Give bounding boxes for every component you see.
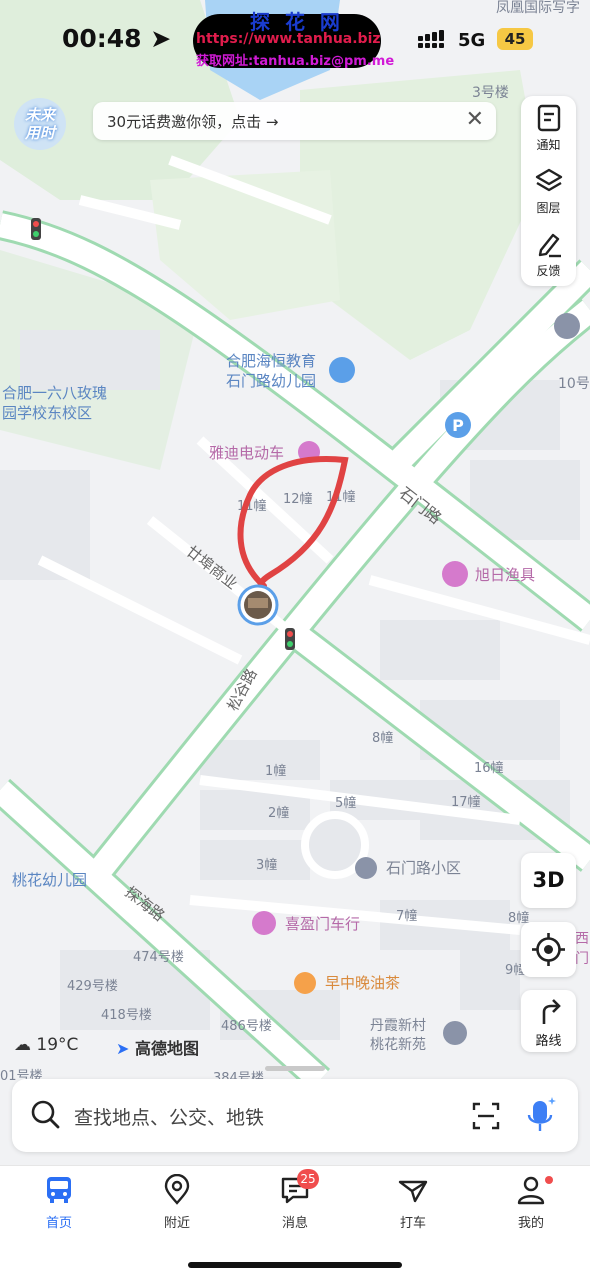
map-label: 17幢 <box>451 794 481 810</box>
tool-label: 图层 <box>536 201 561 215</box>
taxi-icon <box>398 1180 428 1203</box>
notice-icon <box>537 104 561 132</box>
route-label: 路线 <box>535 1034 562 1049</box>
weather-info: ☁ 19°C <box>14 1035 79 1055</box>
map-label: 雅迪电动车 <box>209 444 284 462</box>
map-label: 石门路小区 <box>386 859 461 877</box>
shop-icon <box>252 911 276 935</box>
bus-icon <box>47 1177 71 1203</box>
profile-icon <box>517 1176 545 1205</box>
map-label: 凤凰国际写字 <box>496 0 580 16</box>
tab-messages[interactable]: 25 消息 <box>255 1169 335 1231</box>
layers-icon <box>535 168 563 192</box>
map-label: 486号楼 <box>221 1019 272 1034</box>
tab-label: 首页 <box>45 1216 72 1231</box>
school-icon <box>329 357 355 383</box>
map-label: 旭日渔具 <box>475 566 535 584</box>
3d-button[interactable]: 3D <box>521 853 576 908</box>
map-label: 1幢 <box>265 763 286 779</box>
map-label: 园学校东校区 <box>2 404 92 422</box>
map-label: 桃花新苑 <box>370 1037 426 1053</box>
residential-icon <box>355 857 377 879</box>
svg-text:P: P <box>452 416 464 435</box>
promo-banner-text[interactable]: 30元话费邀你领，点击 → <box>107 111 278 132</box>
signal-icon <box>418 30 452 52</box>
notice-button[interactable]: 通知 <box>521 96 576 158</box>
map-label: 早中晚油茶 <box>325 974 400 992</box>
traffic-light-icon <box>31 218 41 240</box>
map-label: 门 <box>575 951 589 967</box>
map-label: 8幢 <box>372 730 393 746</box>
map-label: 2幢 <box>268 805 289 821</box>
sheet-handle[interactable] <box>265 1066 325 1071</box>
feedback-button[interactable]: 反馈 <box>521 222 576 284</box>
map-label: 石门路幼儿园 <box>226 372 316 390</box>
voice-assistant-icon[interactable] <box>526 1095 558 1135</box>
map-label: 桃花幼儿园 <box>12 871 87 889</box>
residential-icon <box>443 1021 467 1045</box>
notification-dot <box>545 1176 553 1184</box>
tab-label: 我的 <box>517 1216 544 1231</box>
map-brand: ➤ 高德地图 <box>116 1039 199 1058</box>
tab-label: 附近 <box>163 1216 190 1231</box>
map-label: 3幢 <box>256 857 277 873</box>
search-input[interactable]: 查找地点、公交、地铁 <box>74 1103 264 1130</box>
shop-icon <box>442 561 468 587</box>
map-label: 7幢 <box>396 908 417 924</box>
route-arrow-icon <box>542 999 561 1024</box>
unread-badge: 25 <box>297 1169 319 1189</box>
cloud-icon: ☁ <box>14 1035 31 1055</box>
feedback-icon <box>538 233 561 258</box>
place-icon <box>554 313 580 339</box>
map-label: 丹霞新村 <box>370 1018 426 1034</box>
location-pin-icon <box>164 1173 190 1205</box>
watermark-url: https://www.tanhua.biz <box>196 31 381 47</box>
home-indicator[interactable] <box>188 1262 402 1268</box>
locate-button[interactable] <box>521 922 576 977</box>
promo-banner[interactable]: 30元话费邀你领，点击 → ✕ <box>93 102 496 140</box>
map-label: 429号楼 <box>67 979 118 994</box>
search-icon <box>31 1100 60 1129</box>
crosshair-icon <box>532 933 565 966</box>
search-bar[interactable]: 查找地点、公交、地铁 <box>12 1079 578 1152</box>
current-location-avatar <box>237 584 279 626</box>
map-label: 474号楼 <box>133 950 184 965</box>
map-label: 喜盈门车行 <box>285 915 360 933</box>
food-icon <box>294 972 316 994</box>
tab-home[interactable]: 首页 <box>19 1174 99 1231</box>
scan-icon[interactable] <box>471 1101 501 1131</box>
map-label: 西 <box>575 931 589 947</box>
watermark-contact: 获取网址:tanhua.biz@pm.me <box>196 54 395 69</box>
network-type: 5G <box>458 30 486 51</box>
layers-button[interactable]: 图层 <box>521 159 576 221</box>
battery-indicator: 45 <box>497 28 533 50</box>
status-time: 00:48 ➤ <box>62 24 172 53</box>
route-button[interactable]: 路线 <box>521 990 576 1052</box>
close-icon[interactable]: ✕ <box>466 107 484 132</box>
location-arrow-icon: ➤ <box>150 24 172 53</box>
tool-label: 通知 <box>536 138 561 152</box>
map-tool-panel: 通知 图层 反馈 <box>521 96 576 286</box>
map-label: 合肥一六八玫瑰 <box>2 384 107 402</box>
tab-label: 消息 <box>281 1216 308 1231</box>
tab-nearby[interactable]: 附近 <box>137 1173 217 1231</box>
tab-taxi[interactable]: 打车 <box>373 1174 453 1231</box>
traffic-light-icon <box>285 628 295 650</box>
tool-label: 反馈 <box>536 264 561 278</box>
map-label: 5幢 <box>335 795 356 811</box>
campaign-logo[interactable]: 未来 用时 <box>14 98 66 150</box>
map-label: 12幢 <box>283 491 313 507</box>
tab-label: 打车 <box>399 1216 426 1231</box>
map-label: 10号 <box>558 376 590 392</box>
tab-profile[interactable]: 我的 <box>491 1174 571 1231</box>
map-label: 3号楼 <box>472 85 509 101</box>
map-label: 418号楼 <box>101 1008 152 1023</box>
map-label: 合肥海恒教育 <box>226 352 316 370</box>
map-label: 16幢 <box>474 760 504 776</box>
amap-logo-icon: ➤ <box>116 1039 130 1058</box>
